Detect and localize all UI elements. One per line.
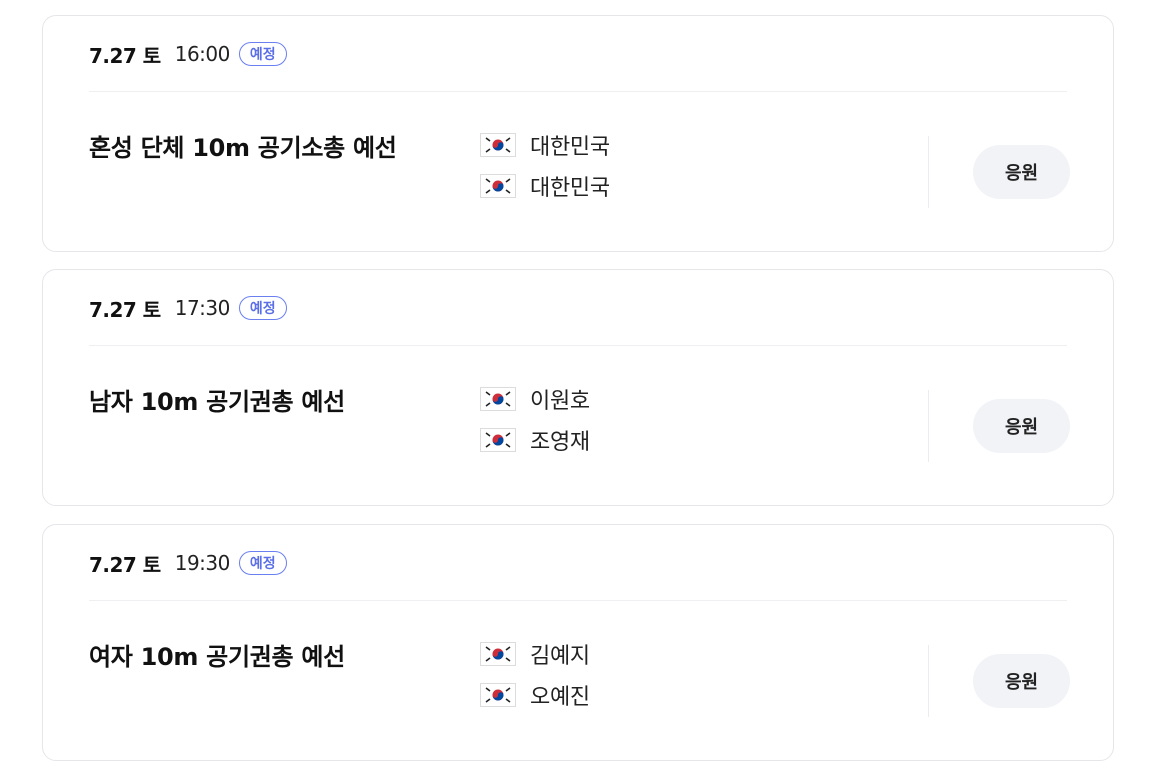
participant-name: 대한민국	[530, 176, 610, 201]
cheer-button[interactable]: 응원	[973, 654, 1070, 708]
divider	[89, 91, 1067, 92]
event-title: 여자 10m 공기권총 예선	[89, 643, 345, 671]
korea-flag-icon	[480, 174, 516, 198]
event-time: 16:00	[174, 42, 231, 66]
participant: 대한민국	[480, 173, 610, 201]
event-header: 7.27 토 16:00 예정	[89, 40, 287, 68]
event-time: 19:30	[174, 551, 231, 575]
event-title: 혼성 단체 10m 공기소총 예선	[89, 134, 397, 162]
korea-flag-icon	[480, 133, 516, 157]
event-header: 7.27 토 19:30 예정	[89, 549, 287, 577]
participant-name: 조영재	[530, 430, 590, 455]
divider	[89, 345, 1067, 346]
participant-list: 이원호 조영재	[480, 386, 590, 468]
event-time: 17:30	[174, 296, 231, 320]
event-date: 7.27 토	[89, 297, 161, 322]
participant: 김예지	[480, 641, 590, 669]
event-date: 7.27 토	[89, 43, 161, 68]
participant: 대한민국	[480, 132, 610, 160]
korea-flag-icon	[480, 387, 516, 411]
participant: 조영재	[480, 427, 590, 455]
event-header: 7.27 토 17:30 예정	[89, 294, 287, 322]
participant-name: 이원호	[530, 389, 590, 414]
participant-name: 김예지	[530, 644, 590, 669]
event-card: 7.27 토 17:30 예정 남자 10m 공기권총 예선 이원호 조영재 응…	[42, 269, 1114, 506]
status-badge: 예정	[238, 551, 287, 575]
divider	[89, 600, 1067, 601]
korea-flag-icon	[480, 683, 516, 707]
cheer-button[interactable]: 응원	[973, 145, 1070, 199]
vertical-divider	[928, 136, 929, 208]
participant-name: 오예진	[530, 685, 590, 710]
vertical-divider	[928, 390, 929, 462]
vertical-divider	[928, 645, 929, 717]
korea-flag-icon	[480, 642, 516, 666]
event-card: 7.27 토 16:00 예정 혼성 단체 10m 공기소총 예선 대한민국 대…	[42, 15, 1114, 252]
event-title: 남자 10m 공기권총 예선	[89, 388, 345, 416]
participant-name: 대한민국	[530, 135, 610, 160]
status-badge: 예정	[238, 296, 287, 320]
event-card: 7.27 토 19:30 예정 여자 10m 공기권총 예선 김예지 오예진 응…	[42, 524, 1114, 761]
event-date: 7.27 토	[89, 552, 161, 577]
participant-list: 대한민국 대한민국	[480, 132, 610, 214]
participant: 이원호	[480, 386, 590, 414]
participant-list: 김예지 오예진	[480, 641, 590, 723]
participant: 오예진	[480, 682, 590, 710]
status-badge: 예정	[238, 42, 287, 66]
korea-flag-icon	[480, 428, 516, 452]
cheer-button[interactable]: 응원	[973, 399, 1070, 453]
